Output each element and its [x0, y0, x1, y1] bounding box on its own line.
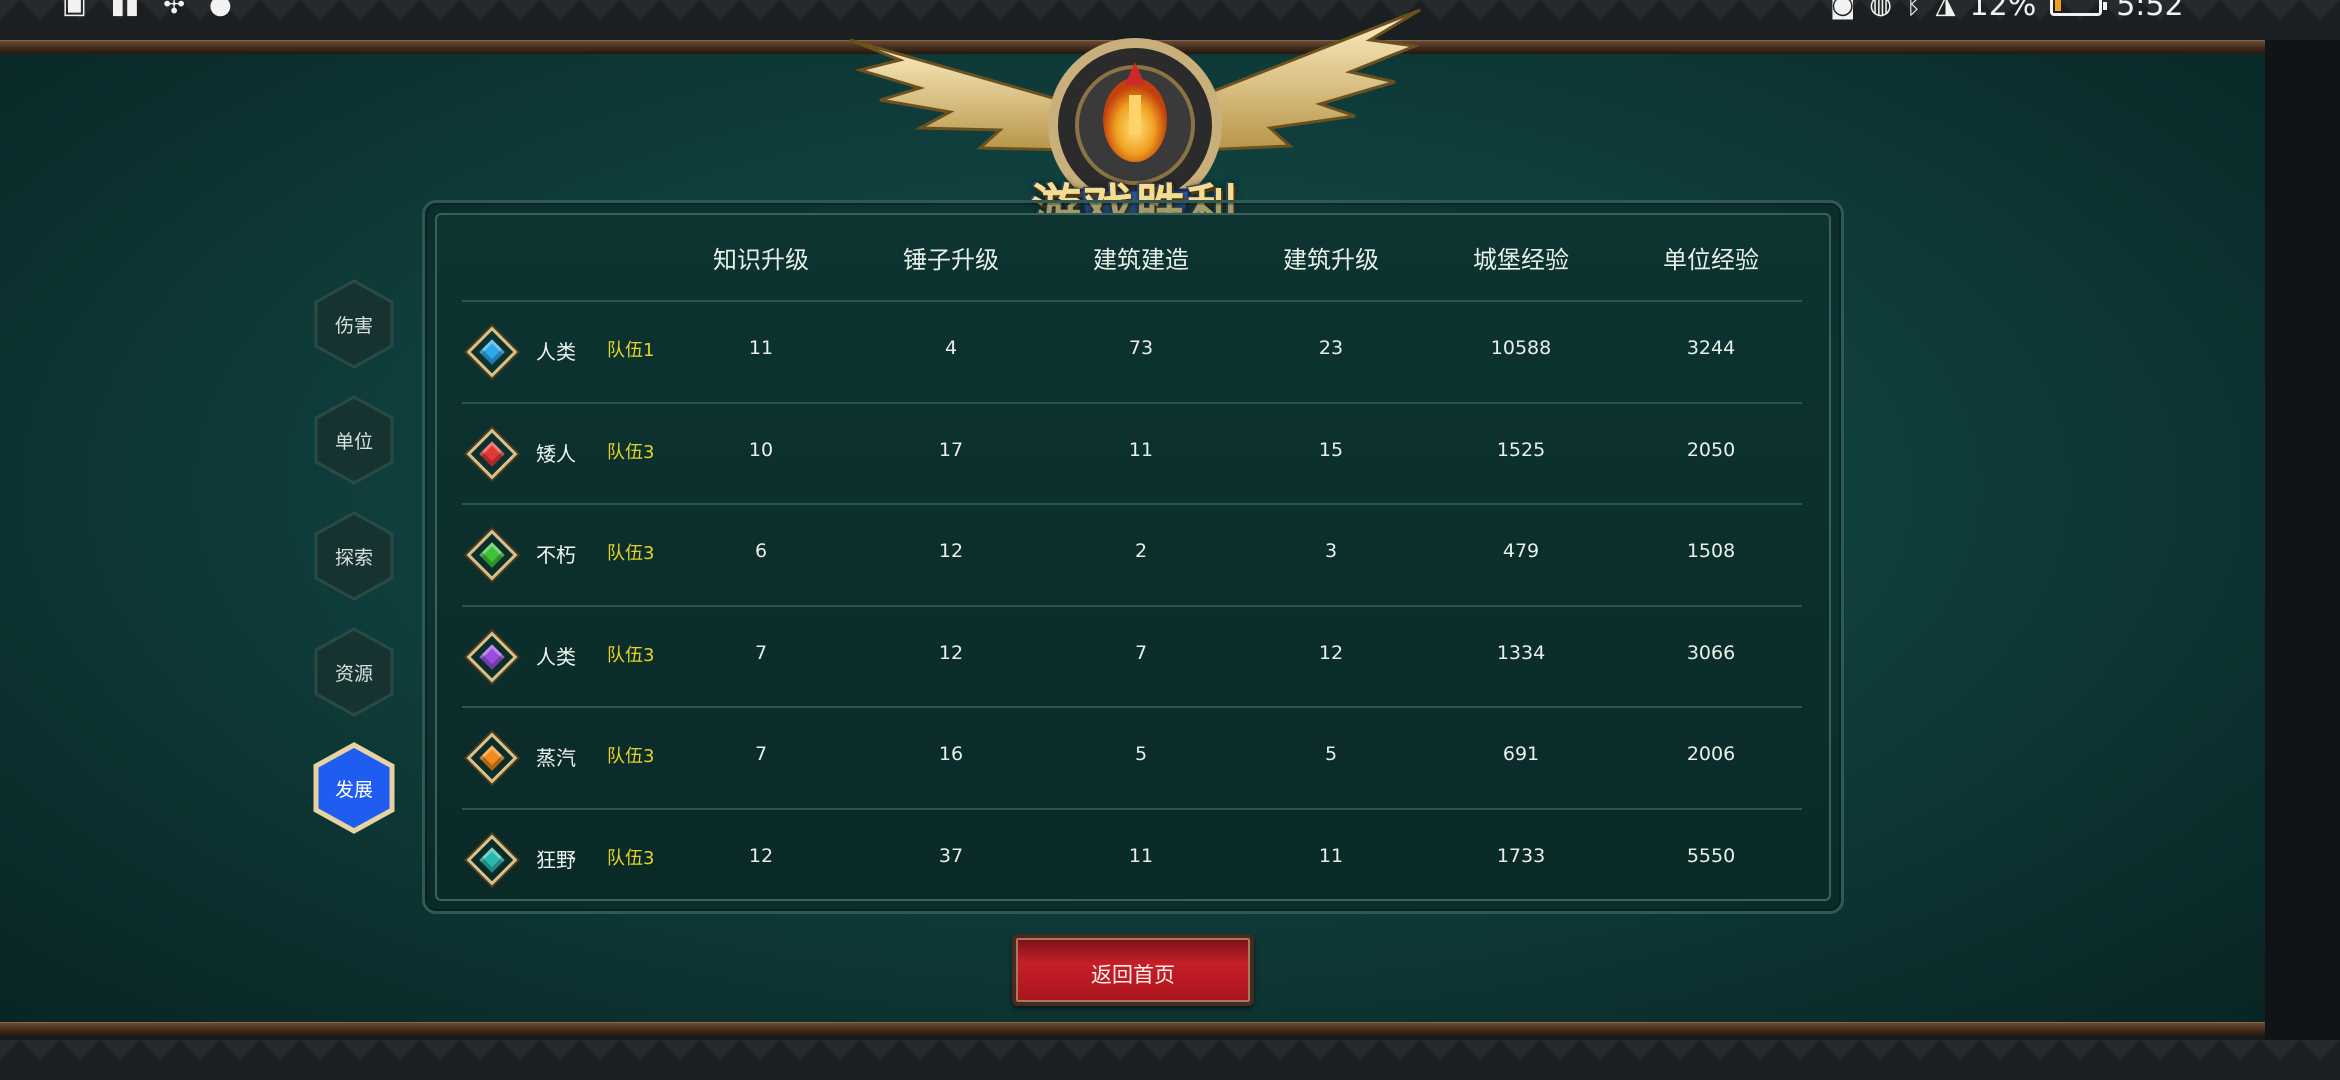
table-row: 矮人 队伍3 10 17 11 15 1525 2050 [462, 402, 1802, 502]
race-name: 狂野 [536, 847, 576, 872]
table-row: 人类 队伍3 7 12 7 12 1334 3066 [462, 605, 1802, 705]
side-tab[interactable]: 探索 [312, 510, 396, 602]
table-row: 蒸汽 队伍3 7 16 5 5 691 2006 [462, 706, 1802, 806]
battery-icon [2050, 0, 2108, 16]
purple-gem-icon [466, 631, 518, 682]
stat-value: 1733 [1496, 844, 1546, 867]
column-header: 单位经验 [1663, 246, 1759, 274]
stat-value: 4 [944, 337, 958, 359]
stat-value: 12 [938, 540, 964, 562]
stat-value: 1334 [1496, 641, 1546, 664]
stat-value: 3066 [1686, 641, 1736, 664]
stat-value: 11 [1318, 844, 1344, 867]
side-tab[interactable]: 伤害 [312, 278, 396, 370]
stat-value: 3 [1324, 540, 1338, 562]
clock: 5:52 [2116, 0, 2184, 23]
teal-gem-icon [466, 834, 518, 885]
stat-value: 37 [938, 844, 964, 867]
bottom-pattern-strip [0, 1040, 2340, 1080]
side-tab[interactable]: 发展 [312, 742, 396, 834]
table-row: 人类 队伍1 11 4 73 23 10588 3244 [462, 300, 1802, 400]
stat-value: 11 [1128, 438, 1154, 461]
column-header: 知识升级 [713, 246, 809, 274]
stat-value: 23 [1318, 337, 1344, 359]
stat-value: 12 [1318, 641, 1344, 664]
side-tab[interactable]: 单位 [312, 394, 396, 486]
side-tab[interactable]: 资源 [312, 626, 396, 718]
return-home-label: 返回首页 [1091, 963, 1175, 987]
stat-value: 479 [1502, 540, 1540, 562]
race-name: 不朽 [536, 543, 576, 567]
stat-value: 6 [754, 540, 768, 562]
side-tab-label: 伤害 [334, 315, 373, 337]
column-header: 建筑建造 [1093, 246, 1189, 274]
stat-value: 5 [1324, 743, 1338, 765]
signal-icon: ▮▮ [110, 0, 140, 20]
stat-value: 691 [1502, 743, 1540, 765]
stat-value: 17 [938, 438, 964, 461]
side-tab-label: 资源 [334, 663, 373, 685]
team-label: 队伍1 [607, 340, 655, 361]
blue-gem-icon [466, 326, 518, 378]
column-header: 城堡经验 [1473, 246, 1569, 274]
race-name: 蒸汽 [536, 746, 576, 770]
table-row: 不朽 队伍3 6 12 2 3 479 1508 [462, 503, 1802, 603]
status-bar-left: ▣ ▮▮ ✣ ● [62, 0, 232, 18]
red-gem-icon [466, 428, 518, 479]
stat-value: 10 [748, 438, 774, 461]
stat-value: 7 [754, 641, 768, 664]
stat-value: 11 [748, 337, 774, 359]
side-tab-label: 单位 [334, 431, 373, 453]
race-name: 人类 [536, 644, 576, 669]
stat-value: 2006 [1686, 743, 1736, 765]
team-label: 队伍3 [607, 543, 655, 564]
stat-value: 73 [1128, 337, 1154, 359]
team-label: 队伍3 [607, 746, 655, 767]
bottom-wood-rail [0, 1022, 2265, 1036]
return-home-button[interactable]: 返回首页 [1012, 934, 1254, 1006]
chat-icon: ● [209, 0, 232, 20]
side-tab-label: 探索 [334, 547, 373, 569]
battery-fill [2055, 0, 2061, 11]
stat-value: 16 [938, 743, 964, 765]
race-name: 矮人 [536, 441, 576, 466]
stat-value: 12 [938, 641, 964, 664]
wifi-icon: ✣ [163, 0, 185, 20]
nfc-icon: ◙ [1830, 0, 1856, 20]
stat-value: 15 [1318, 438, 1344, 461]
stat-value: 1508 [1686, 540, 1736, 562]
vibrate-icon: ◍ [1869, 0, 1892, 20]
stat-value: 2050 [1686, 438, 1736, 461]
stat-value: 2 [1134, 540, 1148, 562]
stat-value: 11 [1128, 844, 1154, 867]
stat-value: 10588 [1490, 337, 1552, 359]
column-header: 建筑升级 [1283, 246, 1379, 274]
stat-value: 7 [754, 743, 768, 765]
stat-value: 1525 [1496, 438, 1546, 461]
column-header: 锤子升级 [903, 246, 999, 274]
green-gem-icon [466, 529, 518, 581]
stat-value: 5550 [1686, 844, 1736, 867]
bluetooth-icon: ᛒ [1905, 0, 1922, 20]
stat-value: 3244 [1686, 337, 1736, 359]
orange-gem-icon [466, 732, 518, 784]
team-label: 队伍3 [607, 644, 655, 666]
side-tab-label: 发展 [334, 779, 373, 801]
screen-record-icon: ▣ [62, 0, 87, 20]
stat-value: 12 [748, 844, 774, 867]
status-bar-right: ◙ ◍ ᛒ ◮ 12% 5:52 [1830, 0, 2184, 23]
stat-value: 5 [1134, 743, 1148, 765]
table-row: 狂野 队伍3 12 37 11 11 1733 5550 [462, 808, 1802, 908]
race-name: 人类 [536, 340, 576, 364]
team-label: 队伍3 [607, 441, 655, 463]
right-edge-shade [2265, 40, 2340, 1040]
stat-value: 7 [1134, 641, 1148, 664]
mute-icon: ◮ [1935, 0, 1956, 20]
team-label: 队伍3 [607, 847, 655, 869]
battery-percent: 12% [1969, 0, 2037, 23]
